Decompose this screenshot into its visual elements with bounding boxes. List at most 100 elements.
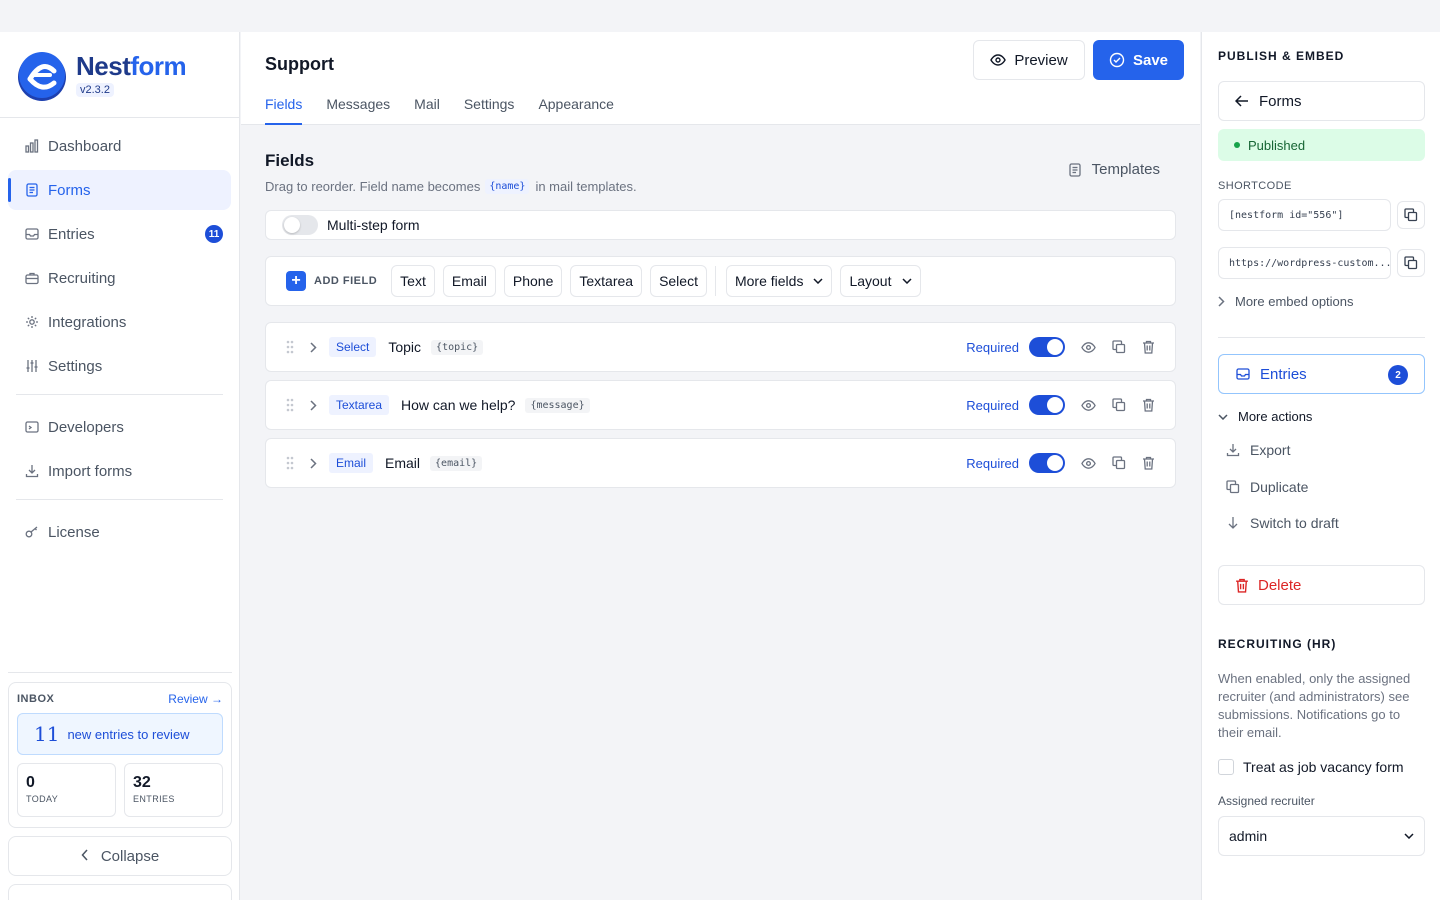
drag-handle-icon[interactable] — [286, 340, 294, 354]
drag-handle-icon[interactable] — [286, 456, 294, 470]
sidebar-item-label: Recruiting — [48, 269, 116, 287]
copy-url-button[interactable] — [1397, 249, 1425, 277]
tab-fields[interactable]: Fields — [265, 96, 303, 125]
copy-shortcode-button[interactable] — [1397, 201, 1425, 229]
switch-to-draft-action[interactable]: Switch to draft — [1226, 515, 1339, 531]
sidebar-item-forms[interactable]: Forms — [8, 170, 231, 210]
templates-button[interactable]: Templates — [1068, 161, 1160, 178]
required-toggle[interactable] — [1029, 453, 1065, 473]
sidebar-item-recruiting[interactable]: Recruiting — [8, 258, 231, 298]
sidebar-item-label: Entries — [48, 225, 95, 243]
recruiting-title: RECRUITING (HR) — [1218, 637, 1337, 651]
tab-settings[interactable]: Settings — [464, 96, 515, 125]
entries-count-badge: 11 — [205, 225, 223, 243]
terminal-icon — [24, 419, 40, 435]
copy-icon — [1404, 208, 1418, 222]
review-link[interactable]: Review → — [168, 692, 223, 706]
required-label: Required — [966, 397, 1019, 413]
eye-icon[interactable] — [1081, 398, 1096, 413]
wordpress-dashboard-link[interactable] — [8, 884, 232, 900]
back-to-forms-button[interactable]: Forms — [1218, 81, 1425, 121]
brand[interactable]: Nestform v2.3.2 — [0, 32, 239, 118]
chevron-down-icon — [1218, 413, 1228, 420]
duplicate-action[interactable]: Duplicate — [1226, 479, 1308, 495]
main-nav: Dashboard Forms Entries 11 Recruiting In… — [0, 118, 239, 552]
new-entries-banner[interactable]: 11 new entries to review — [17, 713, 223, 755]
shortcode-label: SHORTCODE — [1218, 180, 1292, 192]
plus-icon[interactable]: + — [286, 271, 306, 291]
field-name: How can we help? — [401, 397, 516, 413]
sidebar-item-label: Settings — [48, 357, 103, 375]
job-vacancy-option[interactable]: Treat as job vacancy form — [1218, 759, 1404, 775]
sliders-icon — [24, 358, 40, 374]
trash-icon[interactable] — [1142, 456, 1155, 470]
embed-url-field[interactable]: https://wordpress-custom... — [1218, 247, 1391, 279]
add-phone-field-button[interactable]: Phone — [503, 265, 563, 297]
copy-icon[interactable] — [1112, 456, 1126, 470]
field-type-badge: Select — [329, 337, 377, 357]
form-tabs: Fields Messages Mail Settings Appearance — [265, 96, 614, 125]
sidebar-item-label: Forms — [48, 181, 91, 199]
chevron-right-icon[interactable] — [310, 457, 317, 469]
delete-button[interactable]: Delete — [1218, 565, 1425, 605]
tab-messages[interactable]: Messages — [326, 96, 390, 125]
sidebar-item-label: Integrations — [48, 313, 127, 331]
inbox-icon — [1235, 367, 1251, 381]
required-toggle[interactable] — [1029, 395, 1065, 415]
add-text-field-button[interactable]: Text — [391, 265, 435, 297]
arrow-left-icon — [1235, 95, 1249, 107]
sidebar-item-developers[interactable]: Developers — [8, 407, 231, 447]
add-field-label: ADD FIELD — [314, 275, 378, 287]
add-textarea-field-button[interactable]: Textarea — [570, 265, 643, 297]
trash-icon[interactable] — [1142, 398, 1155, 412]
add-select-field-button[interactable]: Select — [650, 265, 707, 297]
sidebar-item-import-forms[interactable]: Import forms — [8, 451, 231, 491]
new-entries-text: new entries to review — [67, 726, 190, 742]
more-embed-options-toggle[interactable]: More embed options — [1218, 294, 1354, 309]
integrations-icon — [24, 314, 40, 330]
sidebar-item-settings[interactable]: Settings — [8, 346, 231, 386]
tab-mail[interactable]: Mail — [414, 96, 440, 125]
collapse-button[interactable]: Collapse — [8, 836, 232, 876]
multistep-toggle[interactable] — [282, 215, 318, 235]
more-actions-toggle[interactable]: More actions — [1218, 409, 1312, 424]
job-vacancy-checkbox[interactable] — [1218, 759, 1234, 775]
briefcase-icon — [24, 270, 40, 286]
add-field-toolbar: + ADD FIELD Text Email Phone Textarea Se… — [265, 256, 1176, 306]
assigned-recruiter-select[interactable]: admin — [1218, 816, 1425, 856]
tab-appearance[interactable]: Appearance — [538, 96, 614, 125]
shortcode-field[interactable]: [nestform id="556"] — [1218, 199, 1391, 231]
trash-icon[interactable] — [1142, 340, 1155, 354]
sidebar-item-entries[interactable]: Entries 11 — [8, 214, 231, 254]
version-badge: v2.3.2 — [76, 83, 114, 97]
assigned-recruiter-label: Assigned recruiter — [1218, 794, 1315, 808]
save-button[interactable]: Save — [1093, 40, 1184, 80]
layout-dropdown[interactable]: Layout — [840, 265, 921, 297]
check-circle-icon — [1109, 52, 1125, 68]
export-action[interactable]: Export — [1226, 442, 1290, 458]
entries-button[interactable]: Entries 2 — [1218, 354, 1425, 394]
download-icon — [1226, 443, 1240, 457]
sidebar-item-license[interactable]: License — [8, 512, 231, 552]
chevron-right-icon[interactable] — [310, 399, 317, 411]
preview-button[interactable]: Preview — [973, 40, 1085, 80]
multistep-label: Multi-step form — [327, 217, 420, 233]
sidebar-item-label: Dashboard — [48, 137, 122, 155]
add-email-field-button[interactable]: Email — [442, 265, 496, 297]
more-fields-dropdown[interactable]: More fields — [725, 265, 833, 297]
copy-icon[interactable] — [1112, 398, 1126, 412]
today-stat: 0 TODAY — [17, 763, 116, 817]
sidebar-item-label: Developers — [48, 418, 124, 436]
required-toggle[interactable] — [1029, 337, 1065, 357]
chevron-right-icon[interactable] — [310, 341, 317, 353]
copy-icon — [1404, 256, 1418, 270]
sidebar-item-dashboard[interactable]: Dashboard — [8, 126, 231, 166]
drag-handle-icon[interactable] — [286, 398, 294, 412]
eye-icon[interactable] — [1081, 456, 1096, 471]
copy-icon[interactable] — [1112, 340, 1126, 354]
eye-icon[interactable] — [1081, 340, 1096, 355]
toolbar-divider — [714, 266, 716, 296]
panel-divider — [1218, 337, 1425, 338]
sidebar-item-integrations[interactable]: Integrations — [8, 302, 231, 342]
download-icon — [24, 463, 40, 479]
